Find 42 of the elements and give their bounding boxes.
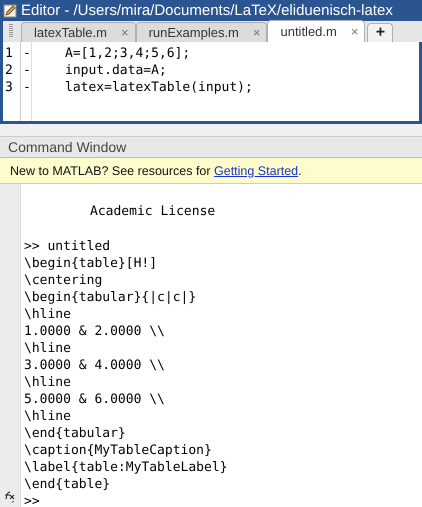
console-line: \begin{tabular}{|c|c|} (24, 289, 198, 306)
console-text: Academic License (89, 204, 216, 221)
tab-label: untitled.m (280, 24, 337, 39)
console-line: \hline (24, 340, 72, 357)
grip-icon (9, 24, 13, 38)
tab-label: latexTable.m (34, 25, 107, 40)
line-number: 2 (4, 63, 14, 78)
pencil-icon (3, 4, 17, 18)
code-editor[interactable]: 1 - A=[1,2;3,4;5,6]; 2 - input.data=A; 3 - latex=latexTable(input); (0, 42, 422, 124)
line-number: 3 (4, 80, 14, 95)
code-line: latex=latexTable(input); (64, 80, 253, 95)
editor-tab[interactable]: latexTable.m × (21, 22, 136, 42)
getting-started-link[interactable]: Getting Started (214, 164, 298, 178)
console-line: \caption{MyTableCaption} (24, 442, 213, 459)
console-line: \begin{table}[H!] (24, 255, 158, 272)
console-line: 5.0000 & 6.0000 \\ (24, 391, 166, 408)
console-line: \centering (24, 272, 104, 289)
console-line: \hline (24, 408, 72, 425)
line-number: 1 (4, 46, 14, 61)
console-line: \hline (24, 374, 72, 391)
code-line: A=[1,2;3,4;5,6]; (64, 46, 190, 61)
line-marker: - (22, 46, 32, 61)
console-line: 3.0000 & 4.0000 \\ (24, 357, 166, 374)
console-line: \hline (24, 306, 72, 323)
new-tab-button[interactable]: + (367, 23, 394, 42)
close-icon[interactable]: × (350, 24, 358, 39)
panel-title: Command Window (8, 139, 126, 155)
tab-label: runExamples.m (148, 25, 239, 40)
console-line: 1.0000 & 2.0000 \\ (24, 323, 166, 340)
console-line: \end{table} (24, 476, 112, 493)
line-marker: - (22, 63, 32, 78)
line-marker: - (22, 80, 32, 95)
function-icon[interactable] (4, 489, 16, 503)
console-line: \end{tabular} (24, 425, 127, 442)
command-prompt[interactable]: >> (24, 493, 228, 507)
editor-tab[interactable]: untitled.m × (267, 20, 366, 42)
banner-text: New to MATLAB? See resources for Getting Started. (10, 164, 302, 178)
window-title: Editor - /Users/mira/Documents/LaTeX/eliduenisch-latex (21, 2, 393, 19)
console-line: \label{table:MyTableLabel} (24, 459, 228, 476)
code-line: input.data=A; (64, 63, 167, 78)
editor-tab[interactable]: runExamples.m × (136, 22, 268, 42)
console-line: >> untitled (24, 238, 112, 255)
